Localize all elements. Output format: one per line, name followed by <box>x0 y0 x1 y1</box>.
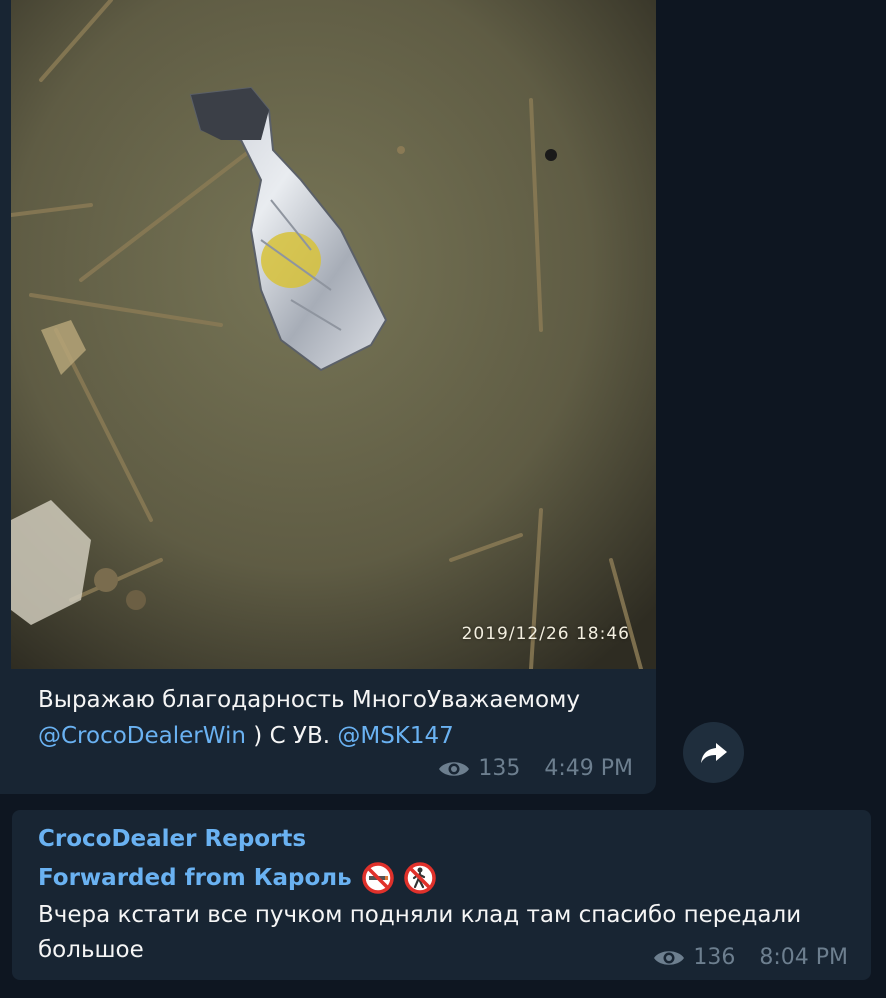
message-meta: 136 8:04 PM <box>653 945 848 970</box>
no-smoking-emoji-icon <box>361 862 394 894</box>
message-time: 8:04 PM <box>759 945 848 970</box>
forwarded-from-label: Forwarded from Кароль <box>38 865 352 891</box>
photo-timestamp: 2019/12/26 18:46 <box>461 624 630 644</box>
message-caption: Выражаю благодарность МногоУважаемому @C… <box>38 682 638 754</box>
caption-text: Выражаю благодарность МногоУважаемому <box>38 687 580 713</box>
message-photo[interactable]: 2019/12/26 18:46 <box>11 0 656 669</box>
photo-image <box>11 0 656 669</box>
view-count: 135 <box>478 756 521 781</box>
eye-icon <box>439 761 470 776</box>
share-button[interactable] <box>683 722 744 783</box>
forwarded-header[interactable]: Forwarded from Кароль <box>38 862 436 894</box>
view-count: 136 <box>693 945 736 970</box>
caption-text-mid: ) С УВ. <box>245 723 338 749</box>
no-pedestrians-emoji-icon <box>403 862 436 894</box>
share-arrow-icon <box>700 742 727 763</box>
message-time: 4:49 PM <box>544 756 633 781</box>
mention-link-crocodealerwin[interactable]: @CrocoDealerWin <box>38 723 246 749</box>
mention-link-msk147[interactable]: @MSK147 <box>337 723 453 749</box>
eye-icon <box>654 950 685 965</box>
sender-name[interactable]: CrocoDealer Reports <box>38 826 306 852</box>
message-meta: 135 4:49 PM <box>438 756 633 781</box>
